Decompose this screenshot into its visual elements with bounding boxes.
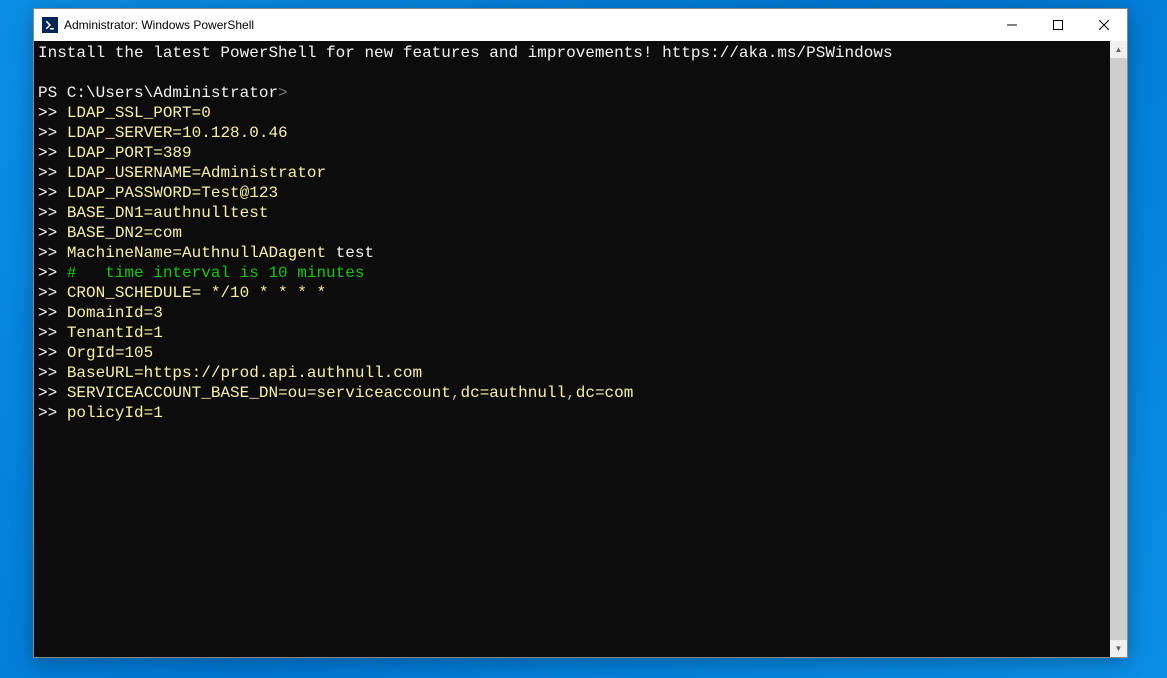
scrollbar-vertical[interactable]: ▲ ▼ — [1110, 41, 1127, 657]
scroll-up-icon[interactable]: ▲ — [1110, 41, 1127, 58]
window-controls — [989, 9, 1127, 41]
powershell-window: Administrator: Windows PowerShell Instal… — [33, 8, 1128, 658]
scroll-down-icon[interactable]: ▼ — [1110, 640, 1127, 657]
terminal-output[interactable]: Install the latest PowerShell for new fe… — [34, 41, 1110, 657]
scroll-thumb[interactable] — [1110, 58, 1127, 640]
titlebar[interactable]: Administrator: Windows PowerShell — [34, 9, 1127, 41]
close-button[interactable] — [1081, 9, 1127, 41]
maximize-icon — [1053, 20, 1063, 30]
minimize-icon — [1007, 20, 1017, 30]
scroll-track[interactable] — [1110, 58, 1127, 640]
maximize-button[interactable] — [1035, 9, 1081, 41]
terminal-area: Install the latest PowerShell for new fe… — [34, 41, 1127, 657]
powershell-icon — [42, 17, 58, 33]
window-title: Administrator: Windows PowerShell — [64, 18, 989, 32]
close-icon — [1099, 20, 1109, 30]
minimize-button[interactable] — [989, 9, 1035, 41]
